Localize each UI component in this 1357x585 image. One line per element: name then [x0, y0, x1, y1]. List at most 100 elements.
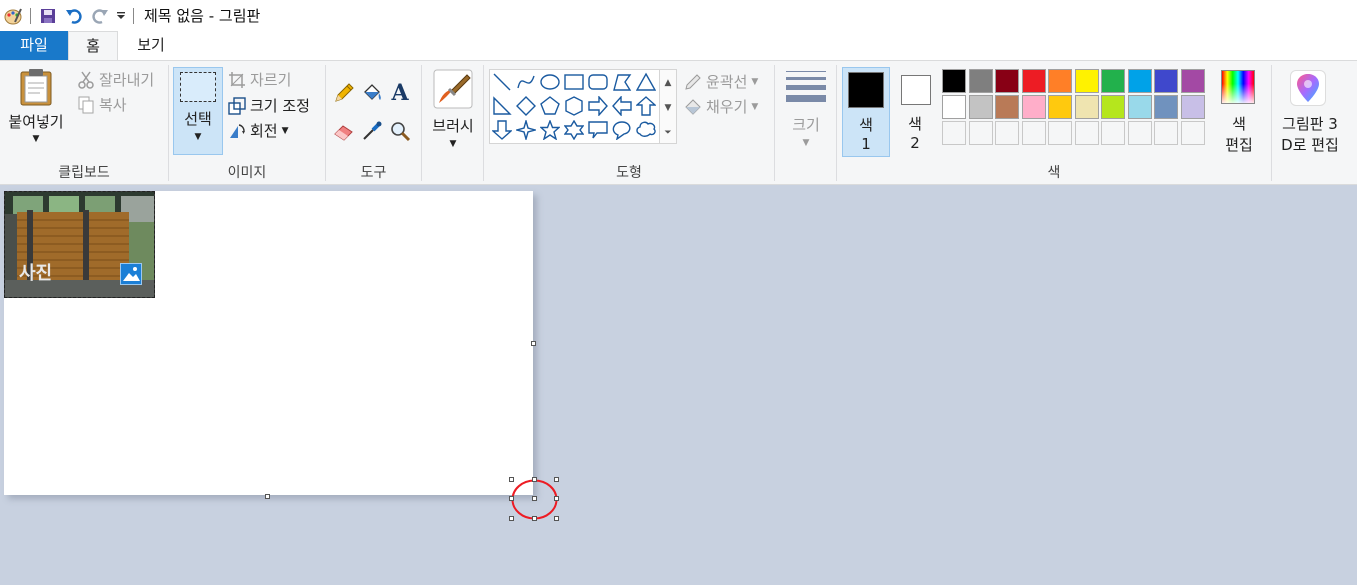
resize-button[interactable]: 크기 조정: [227, 95, 310, 116]
rotate-dropdown-chevron-icon[interactable]: ▼: [282, 126, 289, 136]
copy-button[interactable]: 복사: [76, 94, 127, 115]
paint-app-icon[interactable]: [2, 5, 24, 27]
custom-color-slot[interactable]: [1101, 121, 1125, 145]
shape-handle-top-left[interactable]: [509, 477, 514, 482]
size-button[interactable]: 크기 ▼: [779, 67, 833, 148]
customize-qat-chevron-icon[interactable]: [115, 5, 127, 27]
rectangular-callout-shape-icon[interactable]: [587, 119, 609, 141]
palette-swatch[interactable]: [1021, 95, 1046, 119]
down-arrow-shape-icon[interactable]: [491, 119, 513, 141]
palette-swatch[interactable]: [1127, 95, 1152, 119]
rounded-rectangle-shape-icon[interactable]: [587, 71, 609, 93]
palette-swatch[interactable]: [1154, 95, 1178, 119]
hexagon-shape-icon[interactable]: [563, 95, 585, 117]
color-picker-icon[interactable]: [360, 119, 384, 143]
shape-handle-center[interactable]: [532, 496, 537, 501]
select-dropdown-chevron-icon[interactable]: ▼: [174, 132, 222, 142]
rectangle-shape-icon[interactable]: [563, 71, 585, 93]
palette-swatch[interactable]: [1074, 95, 1099, 119]
right-triangle-shape-icon[interactable]: [491, 95, 513, 117]
line-shape-icon[interactable]: [491, 71, 513, 93]
color2-button[interactable]: 색 2: [893, 67, 937, 157]
brushes-button[interactable]: 브러시 ▼: [426, 67, 480, 149]
left-arrow-shape-icon[interactable]: [611, 95, 633, 117]
palette-swatch[interactable]: [968, 69, 993, 93]
fill-dropdown-chevron-icon[interactable]: ▼: [751, 102, 758, 112]
tab-home[interactable]: 홈: [68, 31, 118, 61]
triangle-shape-icon[interactable]: [635, 71, 657, 93]
brushes-dropdown-chevron-icon[interactable]: ▼: [426, 139, 480, 149]
color1-button[interactable]: 색 1: [842, 67, 890, 157]
palette-swatch[interactable]: [1048, 69, 1072, 93]
palette-swatch[interactable]: [942, 69, 966, 93]
polygon-shape-icon[interactable]: [611, 71, 633, 93]
pencil-icon[interactable]: [332, 81, 356, 105]
up-arrow-shape-icon[interactable]: [635, 95, 657, 117]
custom-color-slot[interactable]: [1127, 121, 1152, 145]
gallery-scroll-down-icon[interactable]: ▼: [660, 95, 676, 120]
six-point-star-shape-icon[interactable]: [563, 119, 585, 141]
shape-handle-bottom[interactable]: [532, 516, 537, 521]
shape-handle-top[interactable]: [532, 477, 537, 482]
paste-button[interactable]: 붙여넣기 ▼: [4, 67, 68, 144]
canvas-resize-handle-bottom[interactable]: [265, 494, 270, 499]
diamond-shape-icon[interactable]: [515, 95, 537, 117]
palette-swatch[interactable]: [1127, 69, 1152, 93]
magnifier-icon[interactable]: [388, 119, 412, 143]
shape-handle-right[interactable]: [554, 496, 559, 501]
palette-swatch[interactable]: [968, 95, 993, 119]
custom-color-slot[interactable]: [968, 121, 993, 145]
redo-icon[interactable]: [89, 5, 111, 27]
palette-swatch[interactable]: [1180, 95, 1205, 119]
outline-button[interactable]: 윤곽선 ▼: [683, 71, 758, 92]
custom-color-slot[interactable]: [1074, 121, 1099, 145]
shape-handle-bottom-right[interactable]: [554, 516, 559, 521]
text-tool-icon[interactable]: A: [388, 80, 412, 106]
five-point-star-shape-icon[interactable]: [539, 119, 561, 141]
custom-color-slot[interactable]: [942, 121, 966, 145]
palette-swatch[interactable]: [1074, 69, 1099, 93]
rotate-button[interactable]: 회전 ▼: [227, 120, 289, 141]
cut-button[interactable]: 잘라내기: [76, 69, 154, 90]
canvas-workspace[interactable]: 사진: [0, 186, 1357, 585]
canvas-resize-handle-right[interactable]: [531, 341, 536, 346]
gallery-scroll-up-icon[interactable]: ▲: [660, 70, 676, 95]
palette-swatch[interactable]: [995, 69, 1019, 93]
gallery-expand-icon[interactable]: ⏷: [660, 120, 676, 145]
fill-bucket-icon[interactable]: [360, 81, 384, 105]
pentagon-shape-icon[interactable]: [539, 95, 561, 117]
paste-dropdown-chevron-icon[interactable]: ▼: [4, 134, 68, 144]
oval-callout-shape-icon[interactable]: [611, 119, 633, 141]
right-arrow-shape-icon[interactable]: [587, 95, 609, 117]
crop-button[interactable]: 자르기: [227, 69, 291, 90]
custom-color-slot[interactable]: [1180, 121, 1205, 145]
shape-handle-left[interactable]: [509, 496, 514, 501]
custom-color-slot[interactable]: [995, 121, 1019, 145]
palette-swatch[interactable]: [1180, 69, 1205, 93]
palette-swatch[interactable]: [1101, 69, 1125, 93]
palette-swatch[interactable]: [1048, 95, 1072, 119]
save-icon[interactable]: [37, 5, 59, 27]
curve-shape-icon[interactable]: [515, 71, 537, 93]
edit-colors-button[interactable]: 색 편집: [1216, 67, 1262, 157]
palette-swatch[interactable]: [1021, 69, 1046, 93]
custom-color-slot[interactable]: [1021, 121, 1046, 145]
four-point-star-shape-icon[interactable]: [515, 119, 537, 141]
pasted-photo[interactable]: 사진: [4, 191, 155, 298]
eraser-icon[interactable]: [332, 119, 356, 143]
cloud-callout-shape-icon[interactable]: [635, 119, 657, 141]
outline-dropdown-chevron-icon[interactable]: ▼: [751, 77, 758, 87]
size-dropdown-chevron-icon[interactable]: ▼: [779, 138, 833, 148]
undo-icon[interactable]: [63, 5, 85, 27]
palette-swatch[interactable]: [995, 95, 1019, 119]
custom-color-slot[interactable]: [1048, 121, 1072, 145]
shape-handle-bottom-left[interactable]: [509, 516, 514, 521]
oval-shape-icon[interactable]: [539, 71, 561, 93]
tab-file[interactable]: 파일: [0, 31, 68, 60]
palette-swatch[interactable]: [1101, 95, 1125, 119]
select-button[interactable]: 선택 ▼: [173, 67, 223, 155]
fill-button[interactable]: 채우기 ▼: [683, 96, 758, 117]
tab-view[interactable]: 보기: [122, 31, 180, 60]
custom-color-slot[interactable]: [1154, 121, 1178, 145]
edit-with-paint3d-button[interactable]: 그림판 3 D로 편집: [1274, 67, 1346, 157]
